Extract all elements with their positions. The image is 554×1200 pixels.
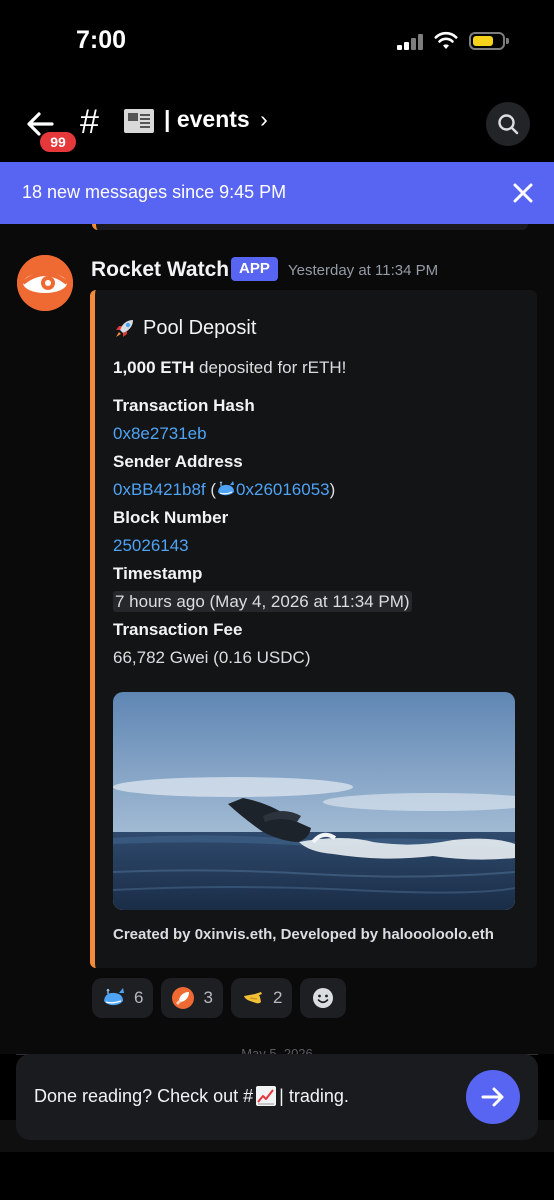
- fee-value: 66,782 Gwei (0.16 USDC): [113, 648, 311, 667]
- embed-description: 1,000 ETH deposited for rETH!: [113, 358, 346, 378]
- newspaper-icon: [124, 109, 154, 133]
- pinching-hand-icon: [243, 992, 262, 1004]
- reaction-rocket[interactable]: 3: [161, 978, 223, 1018]
- sender-paren-open: (: [205, 480, 217, 499]
- whale-icon: [218, 481, 235, 496]
- sender-field: 0xBB421b8f (0x26016053): [113, 480, 335, 500]
- message-embed: Pool Deposit 1,000 ETH deposited for rET…: [90, 290, 537, 968]
- chevron-right-icon: ›: [260, 106, 268, 132]
- message-list[interactable]: Rocket Watch APP Yesterday at 11:34 PM P…: [0, 224, 554, 1055]
- tx-hash-field: 0x8e2731eb: [113, 424, 207, 444]
- avatar[interactable]: [17, 255, 73, 311]
- app-tag: APP: [231, 257, 278, 281]
- reaction-whale[interactable]: 6: [92, 978, 154, 1018]
- add-reaction-button[interactable]: [300, 978, 347, 1018]
- block-label: Block Number: [113, 508, 229, 527]
- signal-icon: [397, 34, 425, 50]
- smiley-icon: [313, 988, 334, 1008]
- reaction-pinching-hand[interactable]: 2: [230, 978, 293, 1018]
- read-prompt-channel: | trading.: [279, 1085, 349, 1106]
- composer: Done reading? Check out # | trading.: [16, 1054, 538, 1140]
- search-button[interactable]: [486, 102, 530, 146]
- rocket-watch-logo-icon: [17, 255, 73, 311]
- battery-level: [473, 36, 493, 46]
- reaction-count: 3: [203, 988, 213, 1007]
- embed-footer: Created by 0xinvis.eth, Developed by hal…: [113, 926, 494, 943]
- sender-alt-link[interactable]: 0x26016053: [236, 480, 330, 499]
- fee-label: Transaction Fee: [113, 620, 243, 639]
- status-time: 7:00: [76, 26, 127, 54]
- timestamp-field: 7 hours ago (May 4, 2026 at 11:34 PM): [113, 591, 412, 612]
- new-messages-text: 18 new messages since 9:45 PM: [22, 182, 287, 202]
- read-prompt-text: Done reading? Check out #: [34, 1085, 254, 1106]
- read-prompt[interactable]: Done reading? Check out # | trading.: [34, 1085, 349, 1107]
- sender-label: Sender Address: [113, 452, 243, 471]
- whale-breach-image: [113, 692, 515, 910]
- channel-name-label: | events: [164, 106, 250, 132]
- unread-badge: 99: [38, 130, 78, 154]
- go-to-channel-button[interactable]: [466, 1070, 520, 1124]
- rocket-icon: [172, 987, 195, 1009]
- embed-title-text: Pool Deposit: [143, 316, 257, 339]
- search-icon: [498, 114, 519, 135]
- sender-link[interactable]: 0xBB421b8f: [113, 480, 206, 499]
- rocket-icon: [116, 320, 133, 337]
- deposit-text: deposited for rETH!: [194, 358, 347, 377]
- arrow-right-icon: [481, 1087, 504, 1107]
- chart-increasing-icon: [256, 1086, 277, 1106]
- message-author[interactable]: Rocket Watch: [91, 258, 229, 282]
- tx-hash-label: Transaction Hash: [113, 396, 255, 415]
- whale-icon: [104, 988, 124, 1006]
- new-messages-bar[interactable]: 18 new messages since 9:45 PM: [0, 162, 554, 224]
- channel-hash-icon: #: [80, 103, 99, 141]
- reaction-count: 6: [134, 988, 144, 1007]
- timestamp-label: Timestamp: [113, 564, 203, 583]
- channel-name[interactable]: | events ›: [164, 106, 268, 133]
- previous-embed-edge: [92, 224, 528, 230]
- block-field: 25026143: [113, 536, 189, 556]
- close-icon[interactable]: [510, 180, 536, 206]
- message-timestamp: Yesterday at 11:34 PM: [288, 262, 439, 279]
- wifi-icon: [434, 31, 458, 49]
- reactions-row: 6 3 2: [92, 978, 347, 1018]
- embed-image-whale[interactable]: [113, 692, 515, 910]
- status-bar: 7:00: [0, 0, 554, 84]
- block-link[interactable]: 25026143: [113, 536, 189, 555]
- battery-icon: [469, 32, 509, 50]
- sender-paren-close: ): [329, 480, 336, 499]
- deposit-amount: 1,000 ETH: [113, 358, 195, 377]
- channel-header: 99 # | events ›: [0, 84, 554, 160]
- tx-hash-link[interactable]: 0x8e2731eb: [113, 424, 207, 443]
- timestamp-value[interactable]: 7 hours ago (May 4, 2026 at 11:34 PM): [113, 591, 412, 612]
- reaction-count: 2: [272, 988, 283, 1007]
- embed-title: Pool Deposit: [113, 316, 256, 340]
